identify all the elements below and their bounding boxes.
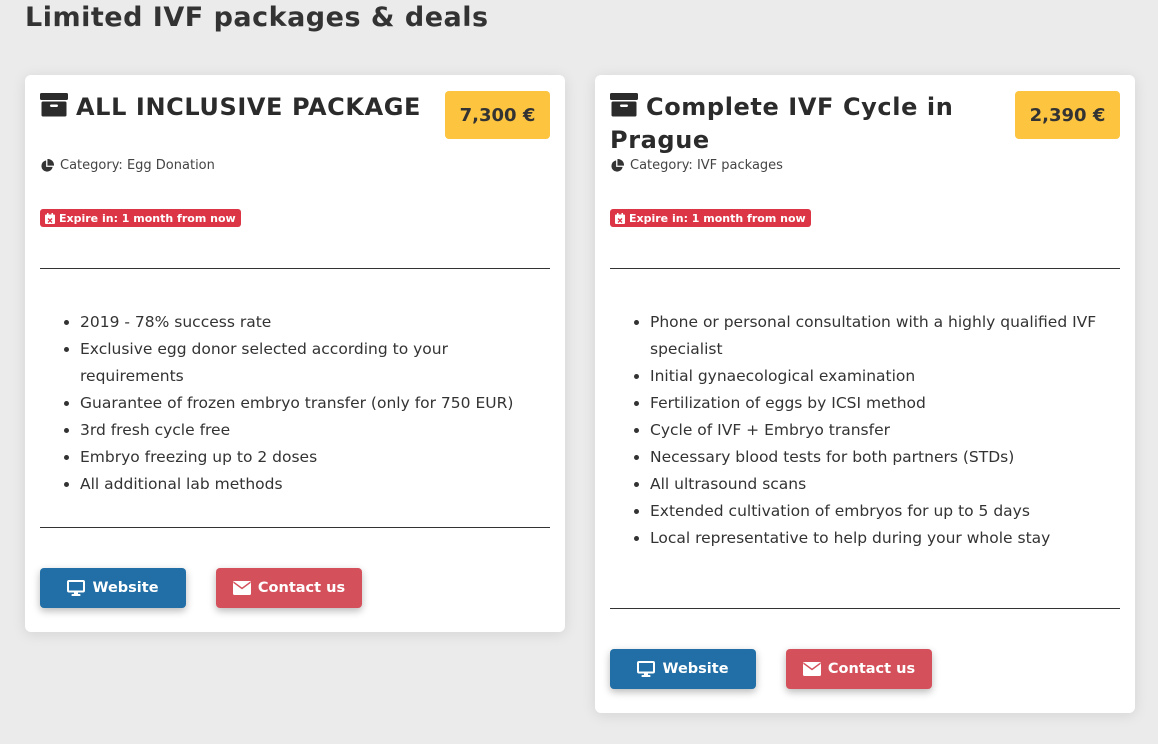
contact-button-label: Contact us [827,661,916,677]
monitor-icon [637,661,656,677]
expire-badge: Expire in: 1 month from now [40,209,241,227]
contact-button[interactable]: Contact us [216,568,362,608]
list-item: 3rd fresh cycle free [80,417,553,444]
calendar-x-icon [45,212,55,224]
list-item: Fertilization of eggs by ICSI method [650,390,1123,417]
envelope-icon [232,581,251,595]
price-badge: 2,390 € [1015,91,1120,139]
website-button[interactable]: Website [610,649,756,689]
list-item: Cycle of IVF + Embryo transfer [650,417,1123,444]
expire-text: Expire in: 1 month from now [59,211,236,225]
expire-text: Expire in: 1 month from now [629,211,806,225]
category-text: Category: Egg Donation [60,158,215,173]
contact-button-label: Contact us [257,580,346,596]
monitor-icon [67,580,86,596]
archive-box-icon [40,93,68,117]
list-item: Extended cultivation of embryos for up t… [650,498,1123,525]
category: Category: IVF packages [610,158,783,173]
list-item: Phone or personal consultation with a hi… [650,309,1123,363]
feature-list: Phone or personal consultation with a hi… [650,309,1123,552]
list-item: Necessary blood tests for both partners … [650,444,1123,471]
divider [610,268,1120,269]
list-item: 2019 - 78% success rate [80,309,553,336]
list-item: Guarantee of frozen embryo transfer (onl… [80,390,553,417]
divider [40,527,550,528]
divider [40,268,550,269]
list-item: Embryo freezing up to 2 doses [80,444,553,471]
calendar-x-icon [615,212,625,224]
envelope-icon [802,662,821,676]
pie-chart-icon [41,158,54,172]
package-card: ALL INCLUSIVE PACKAGE 7,300 € Category: … [25,75,565,632]
pie-chart-icon [611,158,624,172]
category: Category: Egg Donation [40,158,215,173]
expire-badge: Expire in: 1 month from now [610,209,811,227]
website-button-label: Website [662,661,729,677]
card-title: Complete IVF Cycle in Prague [610,91,1005,157]
price-badge: 7,300 € [445,91,550,139]
website-button-label: Website [92,580,159,596]
website-button[interactable]: Website [40,568,186,608]
contact-button[interactable]: Contact us [786,649,932,689]
list-item: All ultrasound scans [650,471,1123,498]
feature-list: 2019 - 78% success rate Exclusive egg do… [80,309,553,498]
card-title-text: ALL INCLUSIVE PACKAGE [76,93,422,121]
list-item: Local representative to help during your… [650,525,1123,552]
card-title: ALL INCLUSIVE PACKAGE [40,91,435,124]
category-text: Category: IVF packages [630,158,783,173]
archive-box-icon [610,93,638,117]
card-title-text: Complete IVF Cycle in Prague [610,93,954,154]
divider [610,608,1120,609]
list-item: All additional lab methods [80,471,553,498]
package-card: Complete IVF Cycle in Prague 2,390 € Cat… [595,75,1135,713]
page-title: Limited IVF packages & deals [25,2,489,33]
list-item: Initial gynaecological examination [650,363,1123,390]
list-item: Exclusive egg donor selected according t… [80,336,553,390]
